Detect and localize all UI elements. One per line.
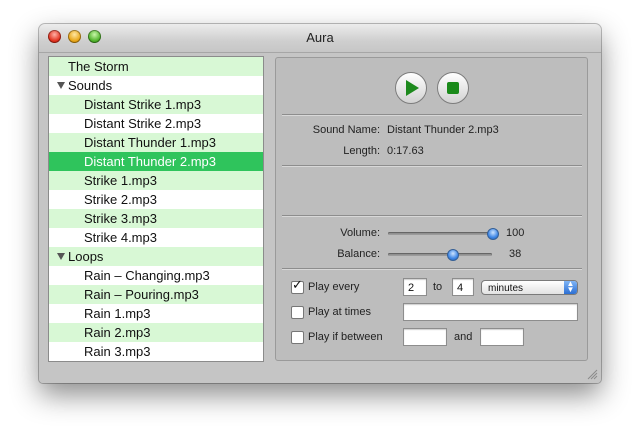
resize-grip-icon[interactable]	[587, 369, 598, 380]
sound-file-row[interactable]: Distant Strike 1.mp3	[49, 95, 263, 114]
play-at-times-label: Play at times	[308, 306, 371, 318]
sound-name-label: Sound Name:	[312, 124, 380, 136]
sound-name-value: Distant Thunder 2.mp3	[387, 124, 499, 136]
sound-file-row[interactable]: Rain 3.mp3	[49, 342, 263, 361]
length-label: Length:	[343, 145, 380, 157]
sound-file-row[interactable]: Strike 3.mp3	[49, 209, 263, 228]
outline-group-row[interactable]: Sounds	[49, 76, 263, 95]
row-label: Strike 2.mp3	[84, 192, 157, 207]
balance-slider-knob[interactable]	[447, 249, 460, 261]
interval-unit-select[interactable]: minutes ▲ ▼	[481, 280, 578, 295]
play-icon	[406, 80, 419, 96]
row-label: Strike 1.mp3	[84, 173, 157, 188]
sound-file-row[interactable]: Strike 2.mp3	[49, 190, 263, 209]
row-label: Strike 4.mp3	[84, 230, 157, 245]
sound-file-row[interactable]: Distant Thunder 1.mp3	[49, 133, 263, 152]
title-bar[interactable]: Aura	[39, 24, 601, 53]
volume-slider-knob[interactable]	[487, 228, 499, 240]
row-label: Distant Thunder 2.mp3	[84, 154, 216, 169]
sound-file-row[interactable]: Strike 1.mp3	[49, 171, 263, 190]
sound-detail-panel: Sound Name: Distant Thunder 2.mp3 Length…	[275, 57, 588, 361]
row-label: Distant Strike 2.mp3	[84, 116, 202, 131]
balance-label: Balance:	[337, 248, 380, 260]
play-every-from-field[interactable]: 2	[403, 278, 427, 296]
sound-file-row[interactable]: Distant Thunder 2.mp3	[49, 152, 263, 171]
sound-file-row[interactable]: Rain – Changing.mp3	[49, 266, 263, 285]
sound-file-row[interactable]: Rain 1.mp3	[49, 304, 263, 323]
divider	[282, 114, 582, 115]
play-at-times-checkbox[interactable]	[291, 306, 304, 319]
to-label: to	[433, 281, 443, 293]
aura-window: Aura The Storm Sounds Distant Strike 1.mp3…	[39, 24, 601, 383]
row-label: Rain – Pouring.mp3	[84, 287, 199, 302]
row-label: Loops	[68, 249, 104, 264]
play-every-label: Play every	[308, 281, 360, 293]
divider	[282, 268, 582, 269]
window-content: The Storm Sounds Distant Strike 1.mp3 Dista…	[39, 53, 601, 383]
row-label: The Storm	[68, 59, 129, 74]
volume-value: 100	[506, 227, 525, 239]
chevron-updown-icon: ▲ ▼	[564, 280, 577, 294]
sound-file-row[interactable]: Rain – Pouring.mp3	[49, 285, 263, 304]
row-label: Sounds	[68, 78, 113, 93]
balance-slider[interactable]	[388, 249, 492, 261]
row-label: Rain 1.mp3	[84, 306, 151, 321]
play-if-between-checkbox[interactable]	[291, 331, 304, 344]
play-every-to-field[interactable]: 4	[452, 278, 474, 296]
interval-unit-value: minutes	[488, 283, 524, 294]
divider	[282, 165, 582, 166]
sound-outline-list[interactable]: The Storm Sounds Distant Strike 1.mp3 Dista…	[48, 56, 264, 362]
row-label: Rain 2.mp3	[84, 325, 151, 340]
disclosure-triangle-icon[interactable]	[57, 253, 65, 260]
sound-file-row[interactable]: Rain 2.mp3	[49, 323, 263, 342]
play-at-times-field[interactable]	[403, 303, 578, 321]
sound-file-row[interactable]: Distant Strike 2.mp3	[49, 114, 263, 133]
volume-slider[interactable]	[388, 228, 499, 240]
window-title: Aura	[306, 30, 334, 45]
disclosure-triangle-icon[interactable]	[57, 82, 65, 89]
row-label: Strike 3.mp3	[84, 211, 157, 226]
row-label: Rain 3.mp3	[84, 344, 151, 359]
row-label: Rain – Changing.mp3	[84, 268, 210, 283]
play-if-between-label: Play if between	[308, 331, 383, 343]
sound-file-row[interactable]: Strike 4.mp3	[49, 228, 263, 247]
row-label: Distant Strike 1.mp3	[84, 97, 202, 112]
row-label: Distant Thunder 1.mp3	[84, 135, 216, 150]
outline-group-row[interactable]: Loops	[49, 247, 263, 266]
play-every-checkbox[interactable]	[291, 278, 304, 294]
divider	[282, 215, 582, 216]
between-to-field[interactable]	[480, 328, 524, 346]
and-label: and	[454, 331, 473, 343]
volume-label: Volume:	[340, 227, 380, 239]
between-from-field[interactable]	[403, 328, 447, 346]
outline-group-row[interactable]: The Storm	[49, 57, 263, 76]
balance-value: 38	[509, 248, 522, 260]
play-button[interactable]	[395, 72, 427, 104]
stop-icon	[447, 82, 459, 94]
length-value: 0:17.63	[387, 145, 424, 157]
stop-button[interactable]	[437, 72, 469, 104]
